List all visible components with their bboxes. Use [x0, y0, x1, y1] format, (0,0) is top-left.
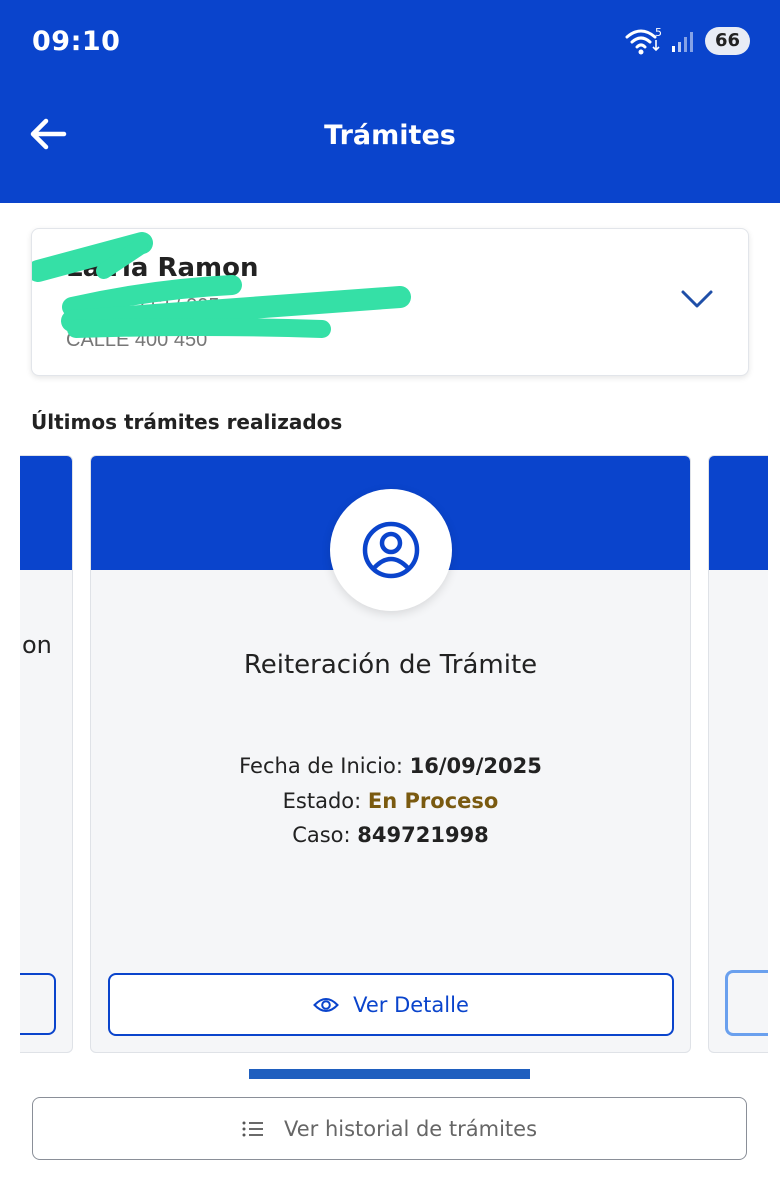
- caso-label: Caso:: [292, 823, 351, 847]
- card-header-band: [709, 456, 768, 570]
- ver-detalle-button[interactable]: Ver Detalle: [108, 973, 674, 1036]
- avatar: [330, 489, 452, 611]
- caso-row: Caso: 849721998: [91, 823, 690, 847]
- eye-icon: [313, 997, 340, 1012]
- account-holder-name: La ria Ramon: [66, 253, 259, 283]
- fecha-inicio-row: Fecha de Inicio: 16/09/2025: [91, 754, 690, 778]
- fecha-inicio-label: Fecha de Inicio:: [239, 754, 403, 778]
- carousel-scroll-indicator: [249, 1069, 530, 1079]
- signal-icon: [671, 32, 693, 52]
- estado-row: Estado: En Proceso: [91, 789, 690, 813]
- account-selector[interactable]: La ria Ramon Cuenta 712 / 005 CALLE 400 …: [31, 228, 749, 376]
- account-number: Cuenta 712 / 005: [66, 295, 220, 317]
- ver-detalle-label: Ver Detalle: [353, 992, 469, 1017]
- estado-label: Estado:: [282, 789, 362, 813]
- user-circle-icon: [362, 521, 420, 579]
- tramite-title: Reiteración de Trámite: [243, 650, 538, 680]
- ver-detalle-button-partial[interactable]: [725, 970, 768, 1036]
- ver-detalle-button-partial[interactable]: [20, 973, 56, 1035]
- estado-value: En Proceso: [367, 789, 499, 813]
- section-title: Últimos trámites realizados: [31, 410, 343, 434]
- ver-historial-label: Ver historial de trámites: [283, 1116, 538, 1141]
- card-header-band: [20, 456, 72, 570]
- battery-indicator: 66: [704, 27, 750, 55]
- tramite-card-previous[interactable]: on: [20, 455, 73, 1053]
- chevron-down-icon[interactable]: [680, 287, 714, 311]
- page-title: Trámites: [324, 120, 456, 151]
- status-bar-icons: 5 66: [625, 26, 750, 56]
- wifi-badge: 5: [655, 26, 662, 39]
- account-address: CALLE 400 450: [66, 329, 208, 351]
- tramite-card: Reiteración de Trámite Fecha de Inicio: …: [90, 455, 691, 1053]
- fecha-inicio-value: 16/09/2025: [409, 754, 542, 778]
- wifi-icon: 5: [625, 26, 662, 55]
- ver-historial-button[interactable]: Ver historial de trámites: [32, 1097, 747, 1160]
- tramite-card-next[interactable]: [708, 455, 768, 1053]
- list-icon: [242, 1121, 263, 1136]
- status-bar-time: 09:10: [32, 26, 121, 57]
- caso-value: 849721998: [357, 823, 489, 847]
- card-title-partial: on: [22, 631, 52, 659]
- app-header: 09:10 5 66 Trámites: [0, 0, 780, 203]
